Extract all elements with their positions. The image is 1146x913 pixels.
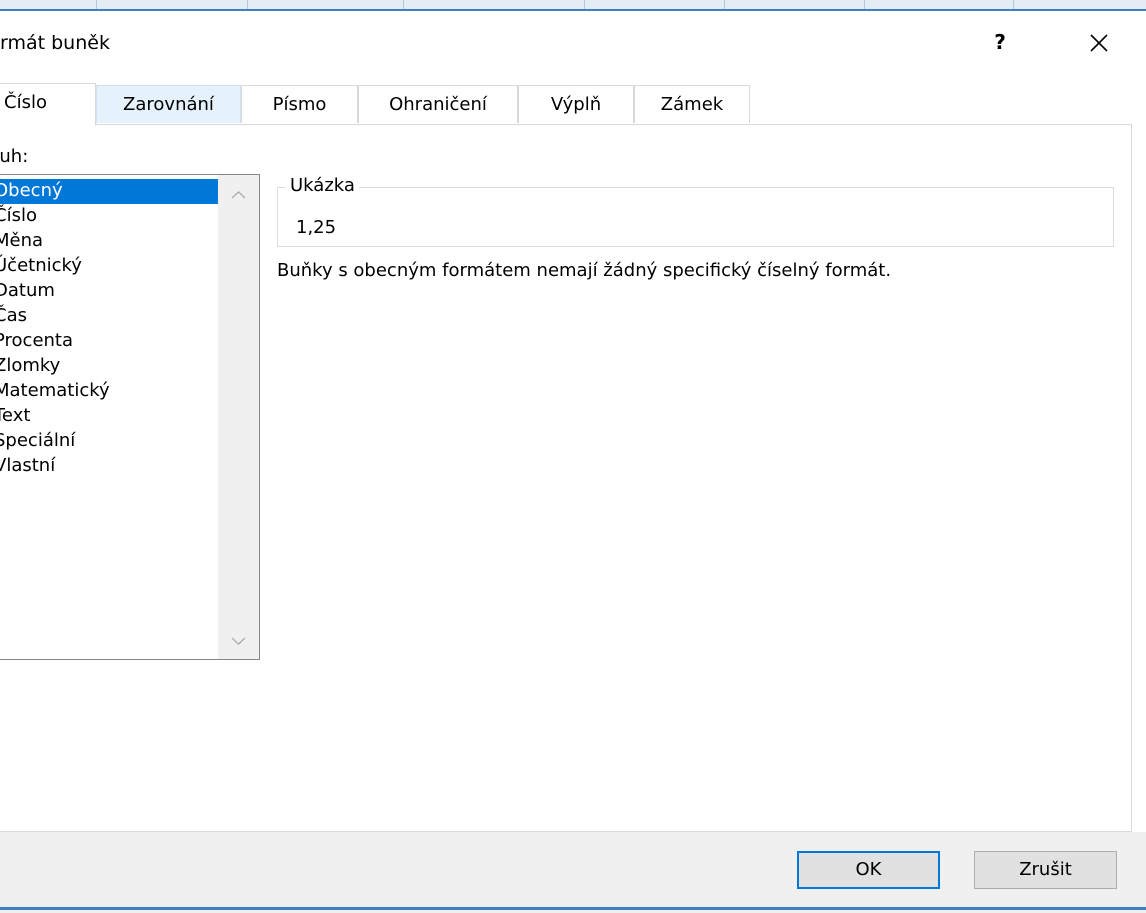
ok-button[interactable]: OK: [797, 851, 940, 889]
tab-label: Zarovnání: [123, 94, 214, 115]
chevron-down-icon: [231, 637, 246, 646]
listbox-scrollbar[interactable]: [218, 175, 259, 659]
grid-line: [403, 0, 404, 9]
tab-label: Písmo: [272, 94, 327, 115]
list-item-obecny[interactable]: Obecný: [0, 179, 218, 204]
tab-bar: Číslo Zarovnání Písmo Ohraničení Výplň Z…: [0, 83, 1146, 126]
tab-zarovnani[interactable]: Zarovnání: [96, 85, 241, 123]
tab-label: Zámek: [660, 94, 724, 115]
tab-vypln[interactable]: Výplň: [518, 85, 634, 123]
grid-line: [96, 0, 97, 9]
grid-line: [1013, 0, 1014, 9]
cancel-button[interactable]: Zrušit: [974, 851, 1117, 889]
chevron-up-icon: [231, 190, 246, 199]
window-bottom-border: [0, 907, 1146, 910]
tab-zamek[interactable]: Zámek: [634, 85, 750, 123]
tab-label: Ohraničení: [389, 94, 487, 115]
dialog-titlebar: rmát buněk ?: [0, 13, 1146, 71]
list-item-vlastni[interactable]: Vlastní: [0, 454, 218, 479]
scroll-down-button[interactable]: [218, 627, 259, 657]
sample-value: 1,25: [296, 217, 337, 238]
grid-line: [247, 0, 248, 9]
grid-line: [584, 0, 585, 9]
dialog-title: rmát buněk: [0, 32, 110, 54]
tab-pismo[interactable]: Písmo: [241, 85, 358, 123]
list-item-zlomky[interactable]: Zlomky: [0, 354, 218, 379]
dialog-footer: OK Zrušit: [0, 832, 1146, 913]
list-item-procenta[interactable]: Procenta: [0, 329, 218, 354]
list-item-matematicky[interactable]: Matematický: [0, 379, 218, 404]
sample-legend: Ukázka: [286, 174, 359, 198]
spreadsheet-grid-strip: [0, 0, 1146, 11]
list-item-specialni[interactable]: Speciální: [0, 429, 218, 454]
list-item-datum[interactable]: Datum: [0, 279, 218, 304]
list-item-cas[interactable]: Čas: [0, 304, 218, 329]
list-item-mena[interactable]: Měna: [0, 229, 218, 254]
category-label: ruh:: [0, 146, 29, 167]
help-button[interactable]: ?: [985, 27, 1015, 57]
tab-ohraniceni[interactable]: Ohraničení: [358, 85, 518, 123]
grid-line: [724, 0, 725, 9]
tab-cislo[interactable]: Číslo: [0, 83, 96, 126]
format-description: Buňky s obecným formátem nemají žádný sp…: [277, 260, 892, 281]
category-listbox[interactable]: Obecný Číslo Měna Účetnický Datum Čas Pr…: [0, 174, 260, 660]
grid-line: [864, 0, 865, 9]
close-icon: [1090, 34, 1108, 52]
tab-label: Výplň: [550, 94, 602, 115]
sample-groupbox: Ukázka 1,25: [277, 174, 1114, 247]
list-item-text[interactable]: Text: [0, 404, 218, 429]
close-button[interactable]: [1082, 26, 1116, 60]
list-item-ucetnicky[interactable]: Účetnický: [0, 254, 218, 279]
scroll-up-button[interactable]: [218, 179, 259, 209]
list-item-cislo[interactable]: Číslo: [0, 204, 218, 229]
tab-label: Číslo: [4, 92, 47, 113]
